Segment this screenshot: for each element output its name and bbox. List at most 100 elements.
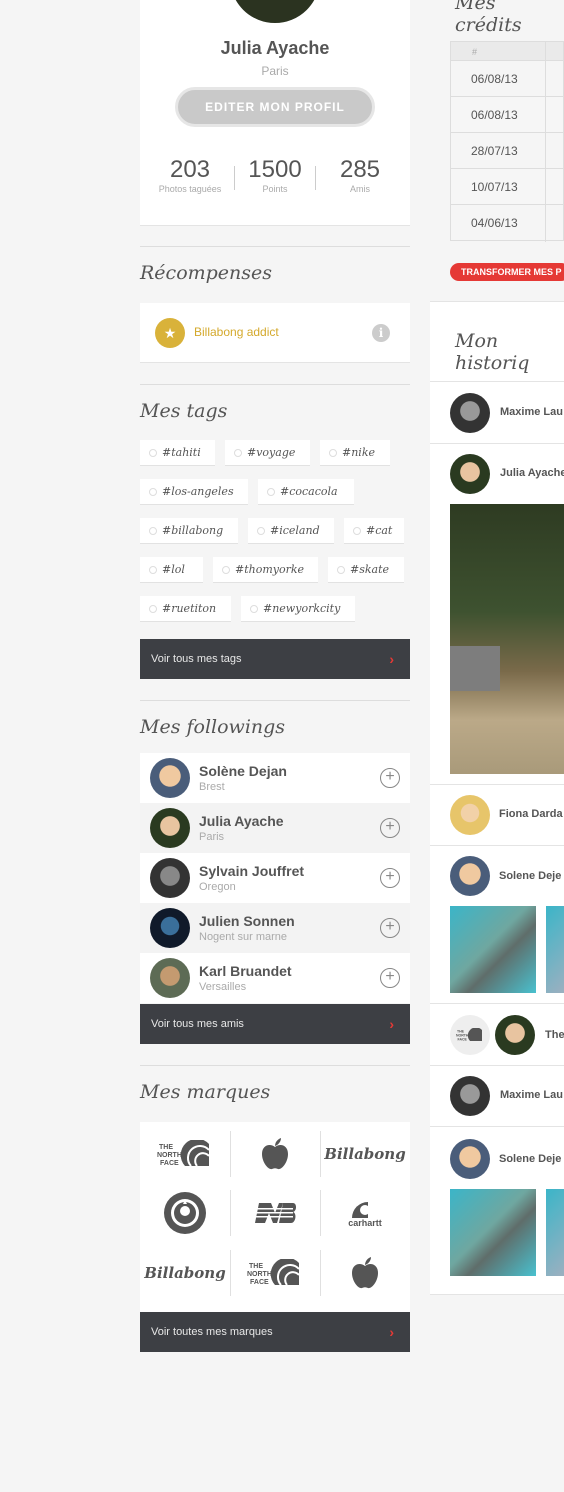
- chevron-right-icon: ›: [389, 1016, 394, 1032]
- see-all-friends-button[interactable]: Voir tous mes amis ›: [140, 1004, 410, 1044]
- following-city: Oregon: [199, 881, 236, 893]
- following-city: Paris: [199, 831, 225, 843]
- new-balance-logo[interactable]: [230, 1190, 320, 1236]
- avatar[interactable]: [450, 795, 490, 835]
- following-row[interactable]: Sylvain Jouffret Oregon +: [140, 853, 410, 903]
- see-all-tags-button[interactable]: Voir tous mes tags ›: [140, 639, 410, 679]
- avatar[interactable]: [450, 1076, 490, 1116]
- apple-logo[interactable]: [230, 1131, 320, 1177]
- divider: [430, 443, 564, 444]
- chevron-right-icon: ›: [389, 1324, 394, 1340]
- stat-photos-value: 203: [169, 156, 211, 183]
- add-icon[interactable]: +: [380, 818, 400, 838]
- tag-chip[interactable]: #los-angeles: [140, 479, 248, 505]
- tag-chip[interactable]: #cocacola: [258, 479, 354, 505]
- avatar[interactable]: [450, 1139, 490, 1179]
- following-city: Nogent sur marne: [199, 931, 288, 943]
- following-row[interactable]: Julia Ayache Paris +: [140, 803, 410, 853]
- stat-photos-label: Photos taguées: [158, 184, 222, 194]
- history-user-name[interactable]: Maxime Lau: [500, 406, 563, 418]
- stat-points-label: Points: [262, 184, 288, 194]
- tag-chip[interactable]: #newyorkcity: [241, 596, 355, 622]
- add-icon[interactable]: +: [380, 768, 400, 788]
- history-user-name[interactable]: Fiona Darda: [499, 808, 563, 820]
- following-name: Julien Sonnen: [199, 913, 295, 929]
- stat-friends-label: Amis: [350, 184, 370, 194]
- tag-chip[interactable]: #nike: [320, 440, 390, 466]
- post-photo[interactable]: [450, 906, 536, 993]
- credit-row-date: 06/08/13: [450, 61, 564, 97]
- svg-text:FACE: FACE: [160, 1160, 179, 1167]
- tag-chip[interactable]: #skate: [328, 557, 404, 583]
- tag-chip[interactable]: #billabong: [140, 518, 238, 544]
- tag-chip[interactable]: #ruetiton: [140, 596, 231, 622]
- add-icon[interactable]: +: [380, 918, 400, 938]
- starbucks-logo[interactable]: [140, 1190, 230, 1236]
- avatar: [150, 758, 190, 798]
- history-user-name[interactable]: Solene Deje: [499, 870, 561, 882]
- tag-chip[interactable]: #tahiti: [140, 440, 215, 466]
- avatar[interactable]: [450, 393, 490, 433]
- profile-card: Julia Ayache Paris EDITER MON PROFIL 203…: [140, 0, 410, 226]
- carhartt-logo[interactable]: carhartt: [320, 1190, 410, 1236]
- divider: [430, 1065, 564, 1066]
- brands-grid: THE NORTH FACE Billabong carhartt Billabon…: [140, 1122, 410, 1312]
- stat-photos: 203 Photos taguées: [145, 156, 235, 194]
- the-north-face-logo[interactable]: THE NORTH FACE: [230, 1250, 320, 1296]
- svg-text:NORTH: NORTH: [247, 1271, 272, 1278]
- following-row[interactable]: Solène Dejan Brest +: [140, 753, 410, 803]
- add-icon[interactable]: +: [380, 868, 400, 888]
- table-column-divider: [545, 41, 546, 242]
- avatar[interactable]: [450, 454, 490, 494]
- profile-avatar[interactable]: [227, 0, 323, 26]
- reward-item[interactable]: ★ Billabong addict i: [140, 303, 410, 363]
- apple-logo[interactable]: [320, 1250, 410, 1296]
- stat-points-value: 1500: [248, 156, 302, 183]
- billabong-logo[interactable]: Billabong: [140, 1250, 230, 1296]
- rewards-title: Récompenses: [140, 262, 273, 284]
- divider: [430, 1003, 564, 1004]
- following-name: Solène Dejan: [199, 763, 287, 779]
- credit-row-date: 10/07/13: [450, 169, 564, 205]
- transform-points-button[interactable]: TRANSFORMER MES P: [450, 263, 564, 281]
- history-user-name[interactable]: Julia Ayache: [500, 467, 564, 479]
- history-user-name[interactable]: Maxime Lau: [500, 1089, 563, 1101]
- credits-table-header: #: [450, 41, 564, 61]
- tag-chip[interactable]: #voyage: [225, 440, 310, 466]
- see-all-brands-button[interactable]: Voir toutes mes marques ›: [140, 1312, 410, 1352]
- avatar[interactable]: [495, 1015, 535, 1055]
- divider: [140, 384, 410, 385]
- edit-profile-button[interactable]: EDITER MON PROFIL: [175, 87, 375, 127]
- divider: [430, 784, 564, 785]
- profile-city: Paris: [261, 64, 289, 78]
- following-row[interactable]: Julien Sonnen Nogent sur marne +: [140, 903, 410, 953]
- add-icon[interactable]: +: [380, 968, 400, 988]
- avatar: [150, 958, 190, 998]
- history-user-name[interactable]: The: [545, 1029, 564, 1041]
- the-north-face-logo[interactable]: THE NORTH FACE: [140, 1131, 230, 1177]
- history-user-name[interactable]: Solene Deje: [499, 1153, 561, 1165]
- avatar[interactable]: [450, 856, 490, 896]
- divider: [140, 246, 410, 247]
- post-photo[interactable]: [546, 906, 564, 993]
- tag-chip[interactable]: #iceland: [248, 518, 334, 544]
- the-north-face-logo[interactable]: THE NORTH FACE: [450, 1015, 490, 1055]
- divider: [430, 301, 564, 302]
- tag-chip[interactable]: #cat: [344, 518, 404, 544]
- tag-chip[interactable]: #lol: [140, 557, 203, 583]
- info-icon[interactable]: i: [372, 324, 390, 342]
- credit-row-date: 04/06/13: [450, 205, 564, 241]
- svg-text:NORTH: NORTH: [456, 1034, 469, 1038]
- post-photo[interactable]: [450, 504, 564, 774]
- following-city: Brest: [199, 781, 225, 793]
- following-row[interactable]: Karl Bruandet Versailles +: [140, 953, 410, 1003]
- post-photo[interactable]: [450, 1189, 536, 1276]
- tag-chip[interactable]: #thomyorke: [213, 557, 318, 583]
- billabong-logo[interactable]: Billabong: [320, 1131, 410, 1177]
- stat-friends: 285 Amis: [315, 156, 405, 194]
- stat-friends-value: 285: [339, 156, 381, 183]
- followings-title: Mes followings: [140, 716, 286, 738]
- post-photo[interactable]: [546, 1189, 564, 1276]
- divider: [430, 1126, 564, 1127]
- credit-row-date: 06/08/13: [450, 97, 564, 133]
